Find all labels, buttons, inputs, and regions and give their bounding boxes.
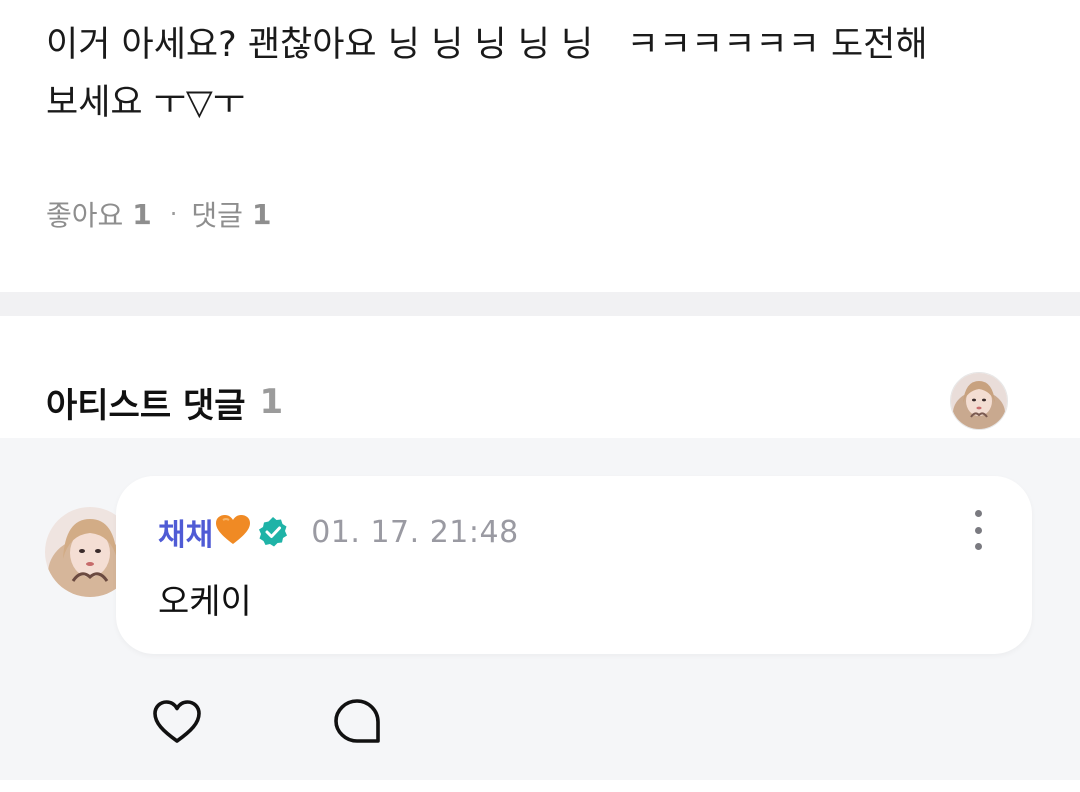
more-vertical-icon[interactable] (966, 510, 990, 550)
comment-text: 오케이 (158, 582, 252, 622)
comments-count[interactable]: 1 (252, 198, 271, 231)
orange-heart-icon (215, 514, 251, 550)
kebab-dot (974, 543, 982, 550)
reply-button[interactable] (331, 696, 383, 748)
meta-separator: · (169, 200, 178, 228)
post-stats: 좋아요 1 · 댓글 1 (46, 193, 271, 235)
post-body-text: 이거 아세요? 괜찮아요 닝 닝 닝 닝 닝 ㅋㅋㅋㅋㅋㅋ 도전해 보세요 ㅜ▽… (46, 25, 928, 123)
comment-timestamp: 01. 17. 21:48 (311, 514, 519, 550)
comments-label[interactable]: 댓글 (191, 194, 243, 234)
section-divider (0, 292, 1080, 316)
artist-avatar[interactable] (950, 372, 1008, 430)
kebab-dot (974, 526, 982, 534)
like-button[interactable] (151, 696, 203, 748)
likes-label[interactable]: 좋아요 (46, 194, 123, 234)
artist-comments-header: 아티스트 댓글 1 (46, 378, 283, 426)
speech-bubble-icon (334, 699, 380, 743)
verified-badge-icon (257, 516, 289, 548)
artist-comments-title: 아티스트 댓글 (46, 385, 246, 426)
kebab-dot (974, 510, 982, 517)
heart-outline-icon (153, 700, 201, 743)
artist-comments-count: 1 (259, 382, 284, 422)
comment-card: 채채 01. 17. 21:48 오케이 (116, 476, 1032, 654)
comment-author-name[interactable]: 채채 (158, 510, 213, 554)
comment-header: 채채 01. 17. 21:48 (158, 510, 519, 554)
post-detail-page: 이거 아세요? 괜찮아요 닝 닝 닝 닝 닝 ㅋㅋㅋㅋㅋㅋ 도전해 보세요 ㅜ▽… (0, 0, 1080, 792)
likes-count[interactable]: 1 (132, 198, 151, 231)
